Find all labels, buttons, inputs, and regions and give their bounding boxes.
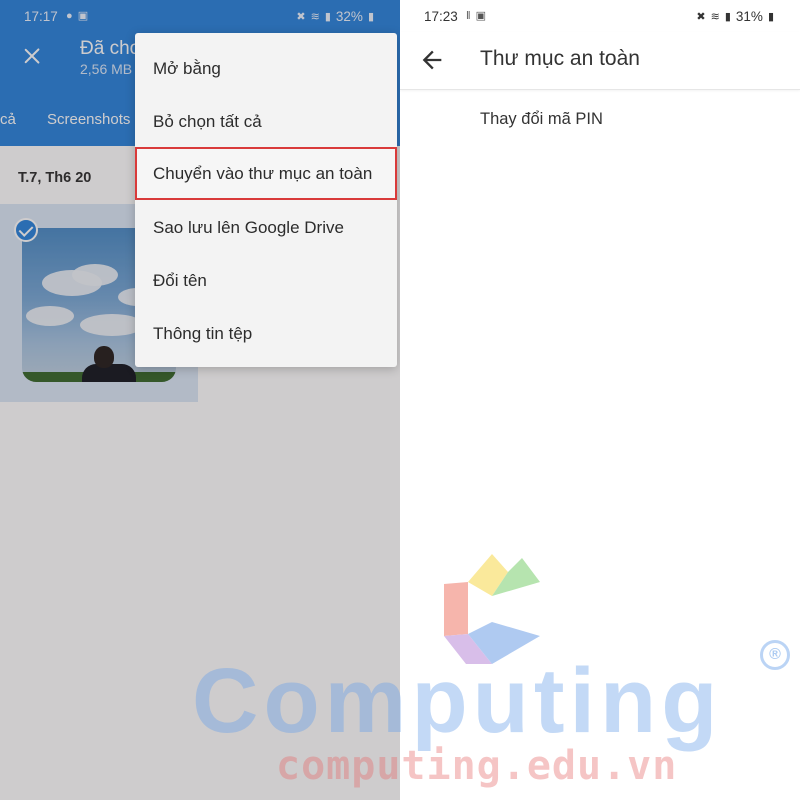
status-right-group: ✖ ≋ ▮ 31% ▮ bbox=[696, 9, 774, 24]
menu-item-move-to-safe-folder[interactable]: Chuyển vào thư mục an toàn bbox=[135, 147, 397, 200]
status-bar: 17:23 ‖ ▣ ✖ ≋ ▮ 31% ▮ bbox=[400, 0, 800, 32]
back-arrow-icon[interactable] bbox=[418, 46, 446, 74]
pause-icon: ‖ bbox=[466, 10, 472, 22]
menu-item-deselect-all[interactable]: Bỏ chọn tất cả bbox=[135, 95, 397, 148]
notification-icons: ‖ ▣ bbox=[466, 9, 487, 22]
menu-item-open-with[interactable]: Mở bằng bbox=[135, 42, 397, 95]
left-phone-screen: 17:17 ● ▣ ✖ ≋ ▮ 32% ▮ Đã cho 2,56 MB cả … bbox=[0, 0, 400, 800]
battery-icon: ▮ bbox=[767, 11, 774, 23]
mute-icon: ✖ bbox=[696, 11, 706, 23]
page-title: Thư mục an toàn bbox=[480, 47, 640, 70]
menu-item-rename[interactable]: Đổi tên bbox=[135, 254, 397, 307]
menu-item-backup-google-drive[interactable]: Sao lưu lên Google Drive bbox=[135, 201, 397, 254]
change-pin-option[interactable]: Thay đổi mã PIN bbox=[480, 110, 603, 129]
wifi-icon: ≋ bbox=[710, 11, 720, 23]
image-icon: ▣ bbox=[475, 10, 488, 22]
status-time: 17:23 bbox=[424, 9, 458, 24]
top-app-bar: Thư mục an toàn bbox=[400, 32, 800, 90]
overflow-menu: Mở bằng Bỏ chọn tất cả Chuyển vào thư mụ… bbox=[135, 33, 397, 367]
signal-icon: ▮ bbox=[724, 11, 731, 23]
battery-level: 31% bbox=[735, 9, 763, 24]
menu-item-file-info[interactable]: Thông tin tệp bbox=[135, 307, 397, 360]
right-phone-screen: 17:23 ‖ ▣ ✖ ≋ ▮ 31% ▮ Thư mục an toàn Th… bbox=[400, 0, 800, 800]
